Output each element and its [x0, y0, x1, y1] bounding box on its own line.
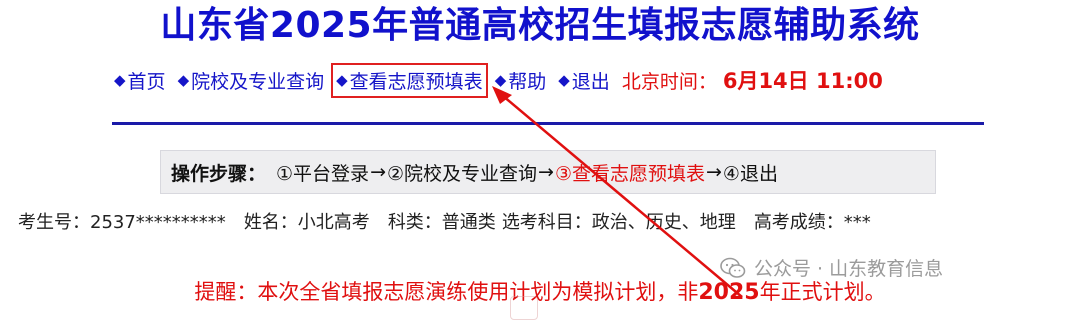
nav-help-label: 帮助: [508, 70, 547, 93]
warning-year: 2025: [698, 280, 760, 305]
nav-logout[interactable]: ◆ 退出: [558, 67, 610, 94]
diamond-icon: ◆: [494, 71, 507, 89]
top-nav: ◆ 首页 ◆ 院校及专业查询 ◆ 查看志愿预填表 ◆ 帮助 ◆ 退出 北京时间：…: [114, 62, 883, 98]
beijing-time-label: 北京时间：: [621, 70, 717, 93]
step-arrow: →: [370, 161, 386, 183]
operation-steps: 操作步骤： ①平台登录 → ②院校及专业查询 → ③查看志愿预填表 → ④退出: [160, 150, 936, 194]
nav-home[interactable]: ◆ 首页: [114, 67, 166, 94]
candidate-name: 姓名：小北高考: [243, 212, 370, 233]
page-title: 山东省2025年普通高校招生填报志愿辅助系统: [160, 5, 920, 46]
diamond-icon: ◆: [114, 71, 126, 89]
watermark-text: 公众号 · 山东教育信息: [754, 258, 944, 280]
nav-school-major-query[interactable]: ◆ 院校及专业查询: [178, 67, 325, 94]
watermark: 公众号 · 山东教育信息: [720, 254, 943, 281]
faint-stamp: [510, 296, 538, 320]
step-view-form: ③查看志愿预填表: [554, 162, 705, 185]
elective-subjects: 选考科目：政治、历史、地理: [501, 212, 736, 233]
diamond-icon: ◆: [558, 71, 570, 89]
nav-help[interactable]: ◆ 帮助: [495, 67, 547, 94]
step-login: ①平台登录: [276, 162, 370, 185]
step-arrow: →: [706, 161, 722, 183]
step-arrow: →: [538, 161, 554, 183]
warning-suffix: 年正式计划。: [759, 280, 886, 304]
nav-view-preference-form[interactable]: ◆ 查看志愿预填表: [331, 62, 488, 98]
candidate-info: 考生号：2537********** 姓名：小北高考 科类：普通类 选考科目：政…: [18, 206, 889, 236]
nav-home-label: 首页: [127, 70, 166, 93]
beijing-time-value: 6月14日 11:00: [722, 69, 883, 93]
step-logout: ④退出: [722, 162, 778, 185]
header-divider: [112, 122, 984, 125]
nav-school-major-query-label: 院校及专业查询: [191, 70, 325, 93]
exam-score: 高考成绩：***: [753, 212, 871, 233]
warning-prefix: 提醒：本次全省填报志愿演练使用计划为模拟计划，非: [194, 280, 699, 304]
steps-label: 操作步骤：: [171, 162, 267, 185]
diamond-icon: ◆: [177, 71, 190, 89]
exam-number: 考生号：2537**********: [18, 212, 226, 233]
subject-category: 科类：普通类: [387, 212, 496, 233]
wechat-icon: [720, 257, 746, 278]
diamond-icon: ◆: [336, 71, 348, 89]
nav-view-preference-form-label: 查看志愿预填表: [349, 70, 483, 93]
nav-logout-label: 退出: [571, 70, 610, 93]
step-query: ②院校及专业查询: [386, 162, 538, 185]
